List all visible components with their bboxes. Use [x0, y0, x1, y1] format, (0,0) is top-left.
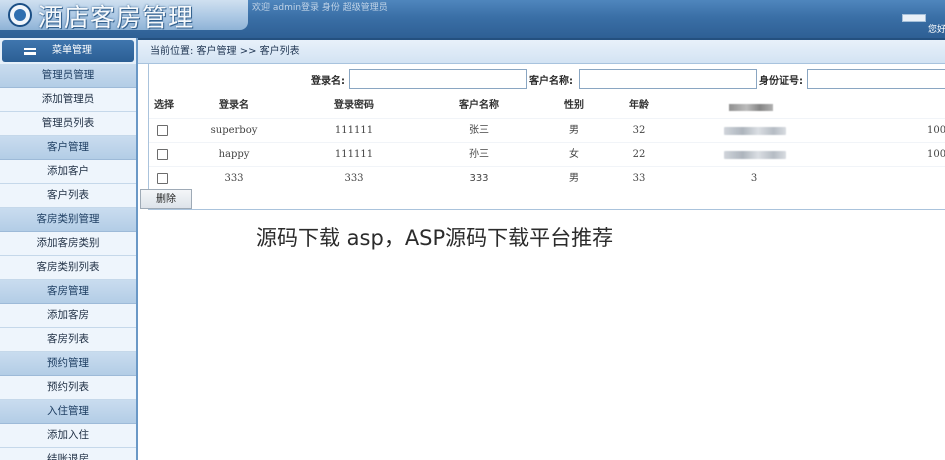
breadcrumb-text: 当前位置: 客户管理 >> 客户列表 — [150, 46, 300, 57]
header-gender: 性别 — [564, 100, 584, 111]
login-name-label: 登录名: — [311, 76, 345, 87]
cell-customer-name: 孙三 — [469, 149, 489, 160]
cell-gender: 女 — [569, 149, 579, 160]
logo-icon — [8, 3, 32, 27]
top-banner: 酒店客房管理 欢迎 admin登录 身份 超级管理员 您好 — [0, 0, 945, 40]
header-password: 登录密码 — [334, 100, 374, 111]
header-select: 选择 — [154, 100, 174, 111]
login-name-input[interactable] — [349, 69, 527, 89]
table-header: 选择 登录名 登录密码 客户名称 性别 年龄 — [149, 94, 945, 118]
cell-id-number: 3 — [750, 173, 758, 184]
search-row: 登录名: 客户名称: 身份证号: — [149, 68, 945, 90]
id-number-input[interactable] — [807, 69, 945, 89]
menu-sub-item[interactable]: 添加入住 — [0, 424, 136, 448]
header-toggle-button[interactable] — [902, 14, 926, 22]
cell-password: 111111 — [334, 149, 374, 160]
table-row: happy 111111 孙三 女 22 100 — [149, 142, 945, 166]
delete-button[interactable]: 删除 — [140, 189, 192, 209]
cell-truncated-value: 100 — [927, 125, 945, 136]
table-row: superboy 111111 张三 男 32 100 — [149, 118, 945, 142]
sidebar-menu: 菜单管理 管理员管理 添加管理员 管理员列表 客户管理 添加客户 客户列表 客房类别管理 添加… — [0, 38, 138, 460]
cell-password: 333 — [344, 173, 364, 184]
row-checkbox[interactable] — [157, 149, 168, 160]
logo-area: 酒店客房管理 — [0, 0, 248, 32]
menu-header-label: 菜单管理 — [52, 45, 92, 56]
cell-password: 111111 — [334, 125, 374, 136]
menu-group-item[interactable]: 客户管理 — [0, 136, 136, 160]
menu-sub-item[interactable]: 添加客房 — [0, 304, 136, 328]
menu-list: 管理员管理 添加管理员 管理员列表 客户管理 添加客户 客户列表 客房类别管理 添加客房类别客… — [0, 64, 136, 460]
cell-age: 32 — [632, 125, 646, 136]
cell-gender: 男 — [569, 125, 579, 136]
cell-gender: 男 — [569, 173, 579, 184]
customer-name-label: 客户名称: — [529, 76, 573, 87]
row-checkbox[interactable] — [157, 125, 168, 136]
menu-group-item[interactable]: 预约管理 — [0, 352, 136, 376]
menu-sub-item[interactable]: 管理员列表 — [0, 112, 136, 136]
cell-login: happy — [218, 149, 250, 160]
menu-sub-item[interactable]: 结账退房 — [0, 448, 136, 460]
menu-header[interactable]: 菜单管理 — [2, 40, 134, 62]
top-right-text: 您好 — [928, 25, 945, 35]
cell-customer-name: 张三 — [469, 125, 489, 136]
menu-sub-item[interactable]: 预约列表 — [0, 376, 136, 400]
table-row: 333 333 333 男 33 3 — [149, 166, 945, 190]
breadcrumb: 当前位置: 客户管理 >> 客户列表 — [138, 40, 945, 64]
caption-text: 源码下载 asp，ASP源码下载平台推荐 — [256, 226, 614, 250]
menu-sub-item[interactable]: 客房类别列表 — [0, 256, 136, 280]
cell-age: 22 — [632, 149, 646, 160]
menu-sub-item[interactable]: 客房列表 — [0, 328, 136, 352]
header-customer-name: 客户名称 — [459, 100, 499, 111]
cell-id-number-obscured — [724, 127, 786, 135]
menu-group-item[interactable]: 管理员管理 — [0, 64, 136, 88]
row-checkbox[interactable] — [157, 173, 168, 184]
id-number-label: 身份证号: — [759, 76, 803, 87]
list-icon — [24, 48, 36, 55]
menu-sub-item[interactable]: 添加管理员 — [0, 88, 136, 112]
menu-group-item[interactable]: 入住管理 — [0, 400, 136, 424]
cell-customer-name: 333 — [469, 173, 489, 184]
cell-login: superboy — [210, 125, 258, 136]
menu-sub-item[interactable]: 添加客房类别 — [0, 232, 136, 256]
menu-sub-item[interactable]: 客户列表 — [0, 184, 136, 208]
cell-age: 33 — [632, 173, 646, 184]
customer-name-input[interactable] — [579, 69, 757, 89]
menu-group-item[interactable]: 客房类别管理 — [0, 208, 136, 232]
menu-sub-item[interactable]: 添加客户 — [0, 160, 136, 184]
app-title: 酒店客房管理 — [38, 3, 195, 32]
header-login: 登录名 — [219, 100, 249, 111]
cell-id-number-obscured — [724, 151, 786, 159]
cell-login: 333 — [224, 173, 244, 184]
welcome-text: 欢迎 admin登录 身份 超级管理员 — [252, 3, 388, 13]
cell-truncated-value: 100 — [927, 149, 945, 160]
menu-group-item[interactable]: 客房管理 — [0, 280, 136, 304]
header-age: 年龄 — [629, 100, 649, 111]
customer-list-panel: 登录名: 客户名称: 身份证号: 选择 登录名 登录密码 客户名称 性别 年龄 … — [148, 64, 945, 210]
header-id-number-obscured — [729, 104, 773, 111]
